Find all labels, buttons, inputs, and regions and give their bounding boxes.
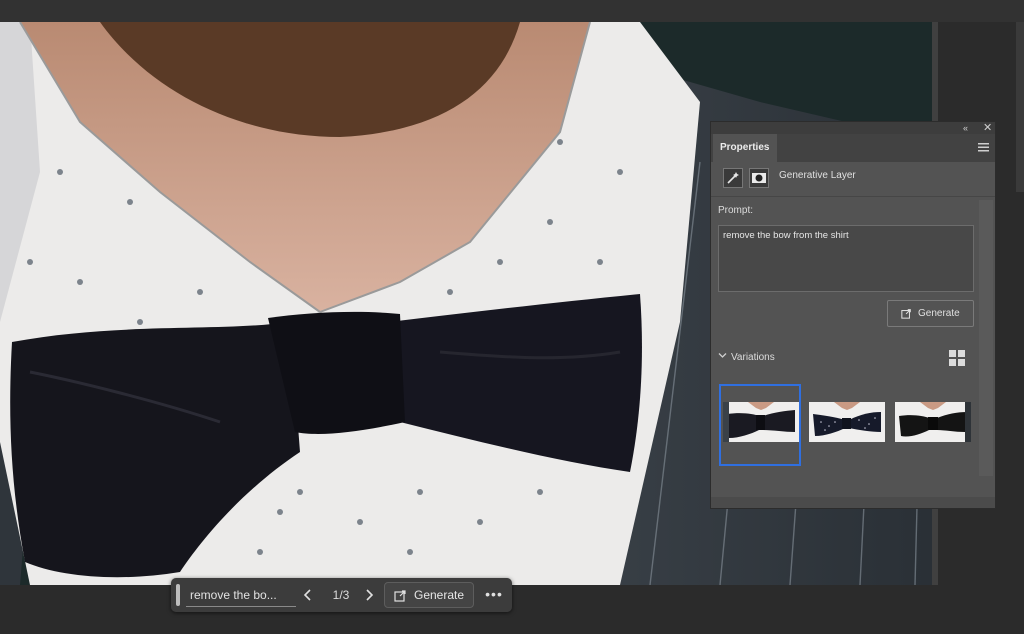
grid-view-icon[interactable]	[949, 350, 965, 366]
prompt-label: Prompt:	[718, 205, 754, 216]
panel-tab-bar: Properties	[711, 134, 995, 162]
taskbar-generate-button[interactable]: Generate	[384, 582, 474, 608]
chevron-right-icon	[366, 589, 374, 601]
taskbar-prompt-field[interactable]: remove the bo...	[186, 584, 296, 607]
variation-thumbnail-1[interactable]	[723, 402, 799, 442]
prompt-textarea[interactable]: remove the bow from the shirt	[718, 225, 974, 292]
collapse-panel-icon[interactable]: «	[963, 123, 968, 133]
layer-name-label: Generative Layer	[779, 170, 856, 181]
variation-thumbnail-3[interactable]	[895, 402, 971, 442]
next-variation-button[interactable]	[358, 584, 380, 606]
panel-title-bar[interactable]: « ✕	[711, 122, 995, 134]
chevron-down-icon[interactable]	[718, 351, 727, 360]
divider	[711, 196, 995, 197]
taskbar-generate-label: Generate	[414, 588, 465, 602]
tab-properties[interactable]: Properties	[713, 134, 777, 162]
layer-info-row: Generative Layer	[717, 165, 993, 197]
generate-icon	[394, 590, 406, 602]
panel-footer	[711, 497, 995, 508]
more-options-button[interactable]: •••	[483, 584, 505, 606]
hamburger-menu-icon[interactable]	[978, 143, 989, 152]
panel-generate-label: Generate	[918, 308, 960, 319]
variations-label[interactable]: Variations	[731, 352, 775, 363]
variations-grid	[719, 384, 975, 466]
close-panel-icon[interactable]: ✕	[983, 122, 992, 134]
layer-mask-icon	[749, 168, 769, 188]
generative-layer-icon	[723, 168, 743, 188]
properties-panel: « ✕ Properties Generative Layer Prompt: …	[710, 121, 996, 509]
right-dock-edge	[1016, 22, 1024, 192]
contextual-task-bar: remove the bo... 1/3 Generate •••	[171, 578, 512, 612]
generate-icon	[901, 309, 911, 319]
variation-counter: 1/3	[332, 588, 350, 602]
panel-scrollbar[interactable]	[979, 200, 993, 476]
previous-variation-button[interactable]	[297, 584, 319, 606]
panel-generate-button[interactable]: Generate	[887, 300, 974, 327]
status-area	[0, 585, 1024, 634]
chevron-left-icon	[303, 589, 311, 601]
drag-handle[interactable]	[176, 584, 180, 606]
top-bar	[0, 0, 1024, 22]
variation-thumbnail-2[interactable]	[809, 402, 885, 442]
